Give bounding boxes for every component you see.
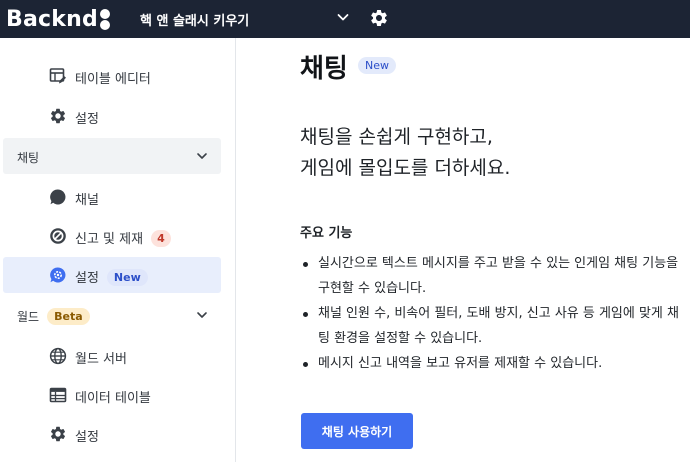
sidebar-item-label: 채널: [75, 193, 99, 208]
sidebar-item-channel[interactable]: 채널: [3, 179, 221, 215]
logo-mark-icon: [99, 8, 111, 30]
table-icon: [49, 387, 67, 403]
sidebar-item-world-settings[interactable]: 설정: [3, 416, 221, 452]
new-badge: New: [358, 57, 396, 74]
sidebar-item-label: 신고 및 제재 4: [75, 228, 171, 247]
sidebar-section-world[interactable]: 월드 Beta: [3, 297, 221, 333]
table-edit-icon: [49, 68, 66, 84]
page-title: 채팅: [300, 54, 348, 84]
headline-line-1: 채팅을 손쉽게 구현하고,: [300, 126, 493, 148]
gear-icon: [50, 108, 66, 124]
main-content: 채팅 New 채팅을 손쉽게 구현하고, 게임에 몰입도를 더하세요. 주요 기…: [236, 38, 690, 462]
sidebar-item-label: 월드 서버: [75, 352, 127, 367]
report-count-badge: 4: [151, 230, 171, 247]
sidebar-item-report-sanction[interactable]: 신고 및 제재 4: [3, 218, 221, 254]
sidebar-item-settings-top[interactable]: 설정: [3, 98, 221, 134]
backnd-logo[interactable]: Backnd: [6, 4, 111, 34]
headline: 채팅을 손쉽게 구현하고, 게임에 몰입도를 더하세요.: [300, 122, 510, 184]
feature-list: 실시간으로 텍스트 메시지를 주고 받을 수 있는 인게임 채팅 기능을 구현할…: [300, 252, 690, 378]
feature-item: 채널 인원 수, 비속어 필터, 도배 방지, 신고 사유 등 게임에 맞게 채…: [300, 302, 690, 351]
chevron-down-icon: [197, 312, 207, 318]
new-badge: New: [106, 269, 148, 286]
chat-settings-icon: [50, 267, 66, 283]
section-text: 월드: [17, 310, 40, 324]
sidebar-item-label: 설정: [75, 112, 99, 127]
feature-item: 실시간으로 텍스트 메시지를 주고 받을 수 있는 인게임 채팅 기능을 구현할…: [300, 252, 690, 301]
gear-icon: [50, 426, 66, 442]
sidebar: 테이블 에디터 설정 채팅 채널 신고 및 제재 4 설정 New 월드 Bet…: [0, 38, 236, 462]
sidebar-section-chat[interactable]: 채팅: [3, 138, 221, 174]
sidebar-item-label: 설정 New: [75, 267, 148, 286]
block-icon: [50, 228, 66, 244]
feature-item: 메시지 신고 내역을 보고 유저를 제재할 수 있습니다.: [300, 352, 690, 377]
chevron-down-icon[interactable]: [335, 9, 351, 25]
beta-badge: Beta: [47, 308, 90, 325]
headline-line-2: 게임에 몰입도를 더하세요.: [300, 157, 511, 179]
project-name[interactable]: 핵 앤 슬래시 키우기: [140, 10, 249, 29]
sidebar-item-table-editor[interactable]: 테이블 에디터: [3, 58, 221, 94]
top-bar: Backnd 핵 앤 슬래시 키우기: [0, 0, 690, 38]
chat-bubble-icon: [50, 189, 66, 205]
sidebar-item-label: 데이터 테이블: [75, 391, 151, 406]
sidebar-item-text: 신고 및 제재: [75, 232, 144, 247]
sidebar-item-label: 테이블 에디터: [75, 72, 151, 87]
section-label: 월드 Beta: [17, 308, 90, 325]
sidebar-item-text: 설정: [75, 271, 99, 286]
globe-icon: [49, 347, 67, 365]
chevron-down-icon: [197, 153, 207, 159]
settings-gear-icon[interactable]: [369, 8, 389, 28]
sidebar-item-chat-settings[interactable]: 설정 New: [3, 257, 221, 293]
section-label: 채팅: [17, 151, 40, 165]
features-title: 주요 기능: [300, 226, 353, 241]
enable-chat-button[interactable]: 채팅 사용하기: [301, 413, 413, 449]
sidebar-item-label: 설정: [75, 430, 99, 445]
sidebar-item-world-server[interactable]: 월드 서버: [3, 338, 221, 374]
logo-text: Backnd: [6, 6, 98, 32]
sidebar-item-data-table[interactable]: 데이터 테이블: [3, 377, 221, 413]
